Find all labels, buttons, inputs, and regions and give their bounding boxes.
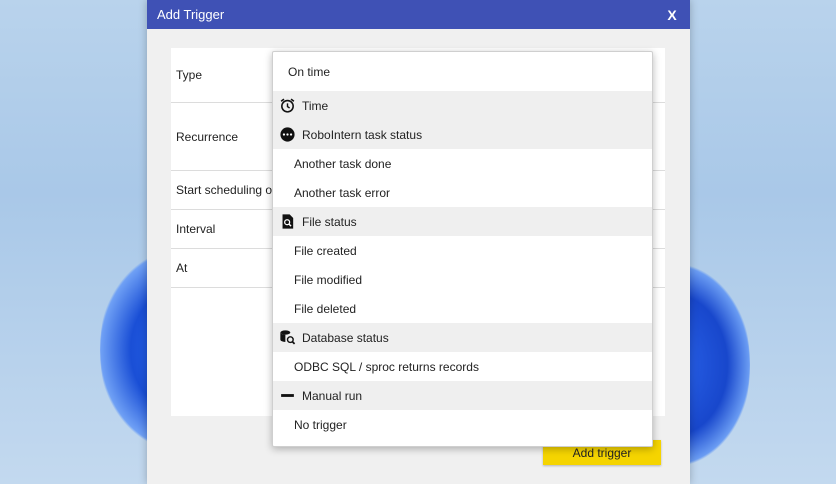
more-dots-icon [279,126,296,143]
group-time: Time [273,91,652,120]
alarm-clock-icon [279,97,296,114]
option-file-created[interactable]: File created [273,236,652,265]
option-file-modified[interactable]: File modified [273,265,652,294]
file-search-icon [279,213,296,230]
option-no-trigger[interactable]: No trigger [273,410,652,439]
option-odbc-sql[interactable]: ODBC SQL / sproc returns records [273,352,652,381]
group-label: Database status [302,330,389,345]
close-button[interactable]: X [664,7,680,23]
option-another-task-done[interactable]: Another task done [273,149,652,178]
type-dropdown-list[interactable]: On time Time RoboIntern task status Anot… [272,51,653,447]
group-database-status: Database status [273,323,652,352]
group-label: Manual run [302,388,363,403]
group-label: File status [302,214,357,229]
dialog-titlebar: Add Trigger X [147,0,690,29]
minus-icon [279,387,296,404]
recurrence-label: Recurrence [176,129,239,144]
group-label: RoboIntern task status [302,127,423,142]
group-file-status: File status [273,207,652,236]
interval-label: Interval [176,222,216,236]
group-robointern-task-status: RoboIntern task status [273,120,652,149]
dropdown-selected-value[interactable]: On time [273,52,652,91]
option-another-task-error[interactable]: Another task error [273,178,652,207]
option-file-deleted[interactable]: File deleted [273,294,652,323]
type-label: Type [176,68,203,82]
database-search-icon [279,329,296,346]
at-label: At [176,261,188,275]
dialog-title: Add Trigger [157,7,225,22]
start-scheduling-label: Start scheduling on [176,183,279,197]
group-label: Time [302,98,329,113]
group-manual-run: Manual run [273,381,652,410]
